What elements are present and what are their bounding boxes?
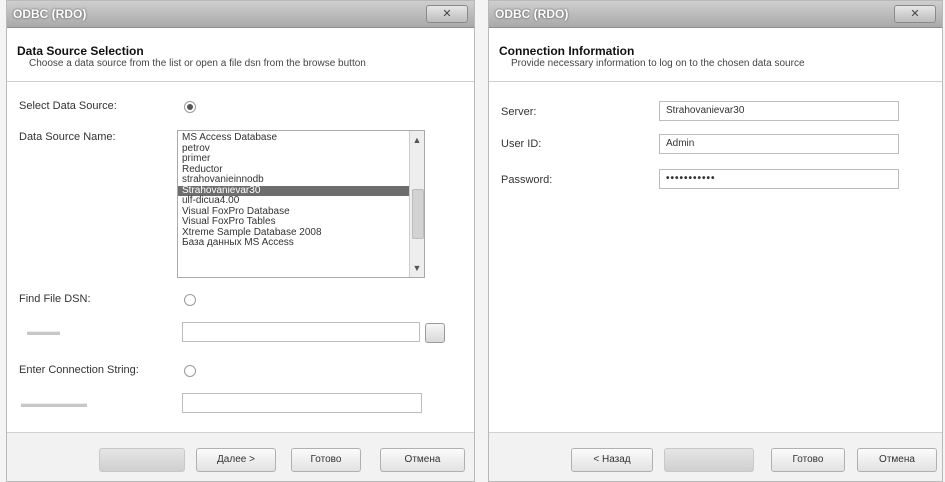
next-button[interactable]: Далее > [196, 448, 276, 472]
list-item[interactable]: Visual FoxPro Tables [178, 216, 424, 228]
header-subtitle: Choose a data source from the list or op… [29, 58, 366, 69]
next-button-disabled [664, 448, 754, 472]
browse-button[interactable] [425, 323, 445, 343]
data-source-name-label: Data Source Name: [19, 131, 116, 143]
wizard-body: Server: Strahovanievar30 User ID: Admin … [489, 82, 942, 433]
scroll-thumb[interactable] [412, 189, 424, 239]
user-id-field[interactable]: Admin [659, 134, 899, 154]
title-bar[interactable]: ODBC (RDO) ✕ [7, 1, 474, 28]
wizard-footer: < Назад Готово Отмена [489, 432, 942, 481]
find-file-dsn-label: Find File DSN: [19, 293, 91, 305]
window-title: ODBC (RDO) [13, 7, 87, 21]
user-id-label: User ID: [501, 138, 542, 150]
back-button-disabled [99, 448, 185, 472]
scroll-down-icon[interactable]: ▼ [410, 261, 424, 275]
odbc-dialog-data-source-selection: ODBC (RDO) ✕ Data Source Selection Choos… [6, 0, 475, 482]
finish-button[interactable]: Готово [291, 448, 361, 472]
close-icon[interactable]: ✕ [426, 5, 468, 23]
cancel-button[interactable]: Отмена [380, 448, 465, 472]
wizard-header: Connection Information Provide necessary… [489, 28, 942, 82]
find-file-dsn-radio[interactable] [184, 294, 196, 306]
connection-string-caption: ▬▬▬▬▬▬ [21, 398, 87, 410]
wizard-header: Data Source Selection Choose a data sour… [7, 28, 474, 82]
close-icon[interactable]: ✕ [894, 5, 936, 23]
finish-button[interactable]: Готово [771, 448, 845, 472]
wizard-footer: Далее > Готово Отмена [7, 432, 474, 481]
select-data-source-radio[interactable] [184, 101, 196, 113]
file-dsn-caption: ▬▬▬ [27, 326, 60, 338]
title-bar[interactable]: ODBC (RDO) ✕ [489, 1, 942, 28]
select-data-source-label: Select Data Source: [19, 100, 117, 112]
list-item[interactable]: strahovanieinnodb [178, 174, 424, 186]
list-item[interactable]: MS Access Database [178, 132, 424, 144]
password-field[interactable]: ••••••••••• [659, 169, 899, 189]
list-item[interactable]: petrov [178, 143, 424, 155]
file-dsn-field[interactable] [182, 322, 420, 342]
enter-connection-string-radio[interactable] [184, 365, 196, 377]
server-field[interactable]: Strahovanievar30 [659, 101, 899, 121]
header-subtitle: Provide necessary information to log on … [511, 58, 805, 69]
list-scrollbar[interactable]: ▲ ▼ [409, 131, 424, 277]
enter-connection-string-label: Enter Connection String: [19, 364, 139, 376]
list-item[interactable]: ulf-dicua4.00 [178, 195, 424, 207]
wizard-body: Select Data Source: Data Source Name: MS… [7, 82, 474, 433]
scroll-up-icon[interactable]: ▲ [410, 133, 424, 147]
header-title: Connection Information [499, 44, 635, 58]
server-label: Server: [501, 106, 537, 118]
header-title: Data Source Selection [17, 44, 144, 58]
password-label: Password: [501, 174, 553, 186]
list-item[interactable]: primer [178, 153, 424, 165]
odbc-dialog-connection-information: ODBC (RDO) ✕ Connection Information Prov… [488, 0, 943, 482]
back-button[interactable]: < Назад [571, 448, 653, 472]
list-item[interactable]: База данных MS Access [178, 237, 424, 249]
window-title: ODBC (RDO) [495, 7, 569, 21]
cancel-button[interactable]: Отмена [857, 448, 937, 472]
connection-string-field[interactable] [182, 393, 422, 413]
data-source-listbox[interactable]: MS Access Database petrov primer Reducto… [177, 130, 425, 278]
